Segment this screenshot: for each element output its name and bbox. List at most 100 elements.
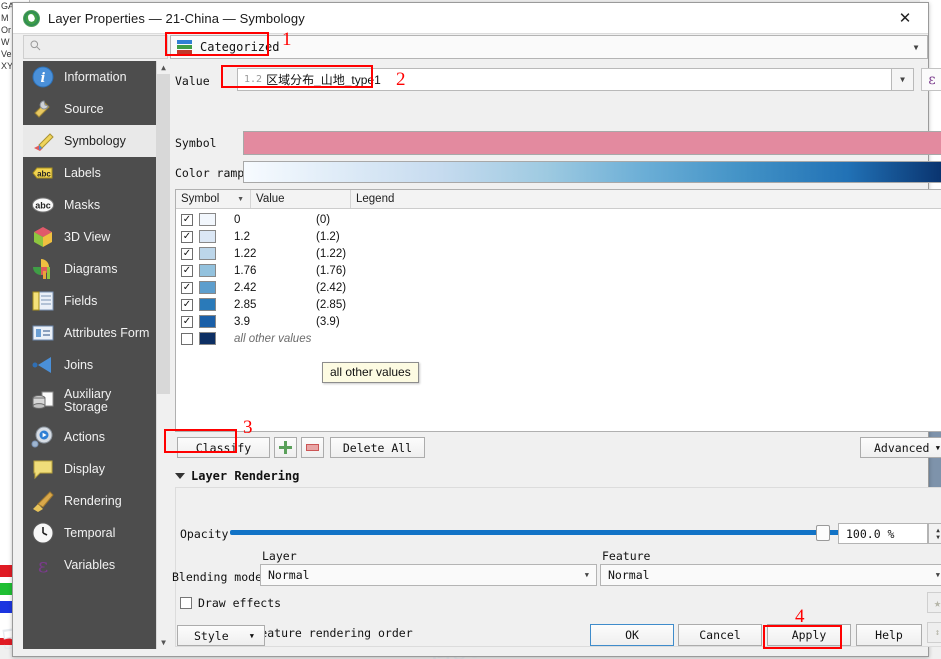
symbol-preview[interactable] — [243, 131, 941, 155]
row-checkbox[interactable]: ✓ — [181, 213, 193, 226]
delete-all-button[interactable]: Delete All — [330, 437, 425, 458]
star-effects-icon: ★ — [933, 595, 941, 610]
blending-layer-select[interactable]: Normal ▼ — [260, 564, 597, 586]
table-row[interactable]: ✓ 2.42 (2.42) — [176, 279, 941, 296]
row-color-swatch[interactable] — [199, 281, 216, 294]
sort-indicator-icon[interactable]: ▼ — [237, 196, 244, 203]
color-ramp-preview[interactable] — [243, 161, 941, 183]
table-row[interactable]: ✓ 1.22 (1.22) — [176, 245, 941, 262]
sidebar-item-labels[interactable]: abc Labels — [23, 157, 156, 189]
search-box[interactable] — [23, 35, 168, 59]
advanced-button[interactable]: Advanced ▼ — [860, 437, 941, 458]
draw-effects-row[interactable]: Draw effects — [180, 596, 281, 610]
sidebar-item-label: Source — [64, 101, 104, 116]
close-icon[interactable]: ✕ — [888, 7, 922, 29]
sidebar-item-rendering[interactable]: Rendering — [23, 485, 156, 517]
svg-text:ε: ε — [38, 553, 48, 577]
classify-button[interactable]: Classify — [177, 437, 270, 458]
sidebar-item-symbology[interactable]: Symbology — [23, 125, 156, 157]
sidebar-item-diagrams[interactable]: Diagrams — [23, 253, 156, 285]
add-symbol-button[interactable] — [274, 437, 297, 458]
settings-sidebar[interactable]: i Information Source Symbology abc Label… — [23, 61, 156, 649]
sidebar-item-label: Auxiliary Storage — [64, 387, 112, 414]
sidebar-item-temporal[interactable]: Temporal — [23, 517, 156, 549]
sidebar-item-attributes-form[interactable]: Attributes Form — [23, 317, 156, 349]
row-checkbox[interactable]: ✓ — [181, 298, 193, 311]
table-row[interactable]: all other values — [176, 330, 941, 347]
table-row[interactable]: ✓ 2.85 (2.85) — [176, 296, 941, 313]
column-header-symbol[interactable]: Symbol ▼ — [176, 190, 251, 208]
row-color-swatch[interactable] — [199, 298, 216, 311]
row-color-swatch[interactable] — [199, 264, 216, 277]
layer-rendering-title: Layer Rendering — [191, 469, 300, 483]
chevron-down-icon[interactable]: ▼ — [905, 36, 927, 58]
apply-button[interactable]: Apply — [767, 624, 851, 646]
table-row[interactable]: ✓ 1.76 (1.76) — [176, 262, 941, 279]
table-row[interactable]: ✓ 3.9 (3.9) — [176, 313, 941, 330]
draw-effects-settings-button[interactable]: ★ — [927, 592, 941, 613]
row-checkbox[interactable]: ✓ — [181, 315, 193, 328]
sidebar-item-display[interactable]: Display — [23, 453, 156, 485]
row-checkbox[interactable] — [181, 332, 193, 345]
3d-view-icon — [31, 225, 57, 249]
opacity-value-input[interactable]: 100.0 % — [838, 523, 928, 544]
sidebar-item-actions[interactable]: Actions — [23, 421, 156, 453]
blending-feature-select[interactable]: Normal ▼ — [600, 564, 941, 586]
search-input[interactable] — [45, 40, 155, 54]
sidebar-item-information[interactable]: i Information — [23, 61, 156, 93]
opacity-stepper[interactable]: ▲ ▼ — [928, 523, 941, 544]
row-color-swatch[interactable] — [199, 230, 216, 243]
sidebar-item-joins[interactable]: Joins — [23, 349, 156, 381]
row-color-swatch[interactable] — [199, 315, 216, 328]
opacity-label: Opacity — [180, 527, 229, 541]
chevron-down-icon[interactable]: ▼ — [585, 571, 589, 579]
layer-rendering-header[interactable]: Layer Rendering — [175, 469, 299, 483]
column-header-legend[interactable]: Legend — [351, 190, 941, 208]
table-row[interactable]: ✓ 1.2 (1.2) — [176, 228, 941, 245]
diagrams-icon — [31, 257, 57, 281]
row-color-swatch[interactable] — [199, 332, 216, 345]
row-value: 0 — [234, 213, 241, 226]
sidebar-item-variables[interactable]: ε Variables — [23, 549, 156, 581]
remove-symbol-button[interactable] — [301, 437, 324, 458]
value-field-dropdown[interactable]: ▼ — [892, 68, 914, 91]
cancel-button[interactable]: Cancel — [678, 624, 762, 646]
row-checkbox[interactable]: ✓ — [181, 264, 193, 277]
column-header-value[interactable]: Value — [251, 190, 351, 208]
scrollbar-thumb[interactable] — [157, 74, 170, 394]
sidebar-item-3d-view[interactable]: 3D View — [23, 221, 156, 253]
value-field-input[interactable]: 1.2 区域分布_山地_type1 — [237, 68, 892, 91]
joins-icon — [31, 353, 57, 377]
row-checkbox[interactable]: ✓ — [181, 281, 193, 294]
row-checkbox[interactable]: ✓ — [181, 230, 193, 243]
table-row[interactable]: ✓ 0 (0) — [176, 211, 941, 228]
sidebar-item-auxiliary-storage[interactable]: Auxiliary Storage — [23, 381, 156, 421]
stepper-up-icon[interactable]: ▲ — [936, 527, 940, 534]
ok-button[interactable]: OK — [590, 624, 674, 646]
row-color-swatch[interactable] — [199, 213, 216, 226]
categorized-icon — [177, 40, 192, 54]
stepper-down-icon[interactable]: ▼ — [936, 534, 940, 541]
sidebar-item-label: Joins — [64, 357, 94, 372]
source-icon — [31, 97, 57, 121]
sidebar-item-masks[interactable]: abc Masks — [23, 189, 156, 221]
opacity-slider-track[interactable] — [230, 530, 885, 535]
blending-layer-value: Normal — [268, 568, 310, 582]
sidebar-item-source[interactable]: Source — [23, 93, 156, 125]
sidebar-item-fields[interactable]: Fields — [23, 285, 156, 317]
chevron-down-icon[interactable]: ▼ — [936, 571, 940, 579]
scroll-up-icon[interactable]: ▲ — [157, 61, 170, 74]
opacity-slider-handle[interactable] — [816, 525, 830, 541]
row-value: 2.42 — [234, 281, 257, 294]
sidebar-scrollbar[interactable]: ▲ ▼ — [156, 61, 170, 649]
style-button[interactable]: Style ▼ — [177, 625, 265, 646]
row-color-swatch[interactable] — [199, 247, 216, 260]
help-button[interactable]: Help — [856, 624, 922, 646]
row-checkbox[interactable]: ✓ — [181, 247, 193, 260]
draw-effects-checkbox[interactable] — [180, 597, 192, 609]
categories-table[interactable]: Symbol ▼ Value Legend ✓ 0 (0) ✓ 1.2 (1.2… — [175, 189, 941, 432]
renderer-type-select[interactable]: Categorized ▼ — [170, 35, 928, 59]
column-label: Legend — [356, 193, 395, 205]
expression-epsilon-icon[interactable]: ε — [921, 68, 941, 91]
row-legend: (0) — [316, 213, 331, 226]
